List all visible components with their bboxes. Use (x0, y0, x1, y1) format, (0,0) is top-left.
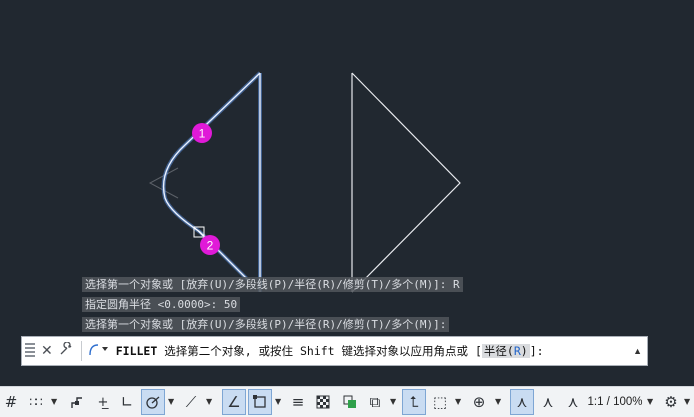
command-name: FILLET (115, 344, 158, 358)
infer-constraints-icon[interactable] (66, 389, 88, 415)
gizmo-dropdown-icon[interactable]: ▼ (495, 397, 501, 406)
selection-cycling-icon[interactable] (339, 389, 361, 415)
radius-option-close: ) (520, 344, 528, 358)
close-icon[interactable]: ✕ (41, 343, 53, 359)
status-bar: # ∷∷ ▼ +̲ ∟ ▼ ⟋ ▼ ∠ ▼ ≡ ⧉ ▼ ⮤ ⬚ ▼ ⊕ ▼ ⋏ … (0, 386, 694, 417)
selection-filter-dropdown-icon[interactable]: ▼ (455, 397, 461, 406)
radius-option[interactable]: 半径(R) (481, 344, 530, 358)
marker-2-label: 2 (207, 239, 214, 253)
ortho-mode-icon[interactable]: ∟ (117, 389, 137, 415)
polar-tracking-icon[interactable] (141, 389, 165, 415)
dynamic-input-icon[interactable]: +̲ (92, 389, 114, 415)
radius-option-open: ( (506, 344, 514, 358)
command-history-line-3: 选择第一个对象或 [放弃(U)/多段线(P)/半径(R)/修剪(T)/多个(M)… (82, 317, 450, 332)
triangle-shape[interactable] (351, 72, 461, 293)
selected-polyline[interactable] (162, 72, 261, 292)
selected-shape-glow (161, 71, 262, 292)
3d-object-snap-icon[interactable]: ⧉ (364, 389, 386, 415)
annotation-scale-icon[interactable]: ⋏ (562, 389, 584, 415)
lineweight-icon[interactable]: ≡ (288, 389, 308, 415)
snap-mode-icon[interactable]: ∷∷ (24, 389, 46, 415)
workspace-dropdown-icon[interactable]: ▼ (684, 397, 690, 406)
dynamic-ucs-icon[interactable]: ⮤ (402, 389, 426, 415)
object-snap-icon[interactable] (248, 389, 272, 415)
auto-scale-icon[interactable]: ⋏ (537, 389, 559, 415)
annotation-scale-value[interactable]: 1:1 / 100% (586, 389, 644, 415)
transparency-icon[interactable] (312, 389, 334, 415)
isometric-drafting-icon[interactable]: ⟋ (180, 389, 202, 415)
wrench-icon[interactable] (59, 341, 73, 360)
command-history-line-1: 选择第一个对象或 [放弃(U)/多段线(P)/半径(R)/修剪(T)/多个(M)… (82, 277, 463, 292)
3d-snap-dropdown-icon[interactable]: ▼ (390, 397, 396, 406)
marker-2: 2 (200, 235, 220, 255)
radius-option-label: 半径 (483, 344, 507, 358)
marker-1-label: 1 (199, 127, 206, 141)
scale-dropdown-icon[interactable]: ▼ (647, 397, 653, 406)
drawing-canvas[interactable]: 1 2 选择第一个对象或 [放弃(U)/多段线(P)/半径(R)/修剪(T)/多… (0, 0, 694, 365)
selection-filter-icon[interactable]: ⬚ (429, 389, 451, 415)
isometric-dropdown-icon[interactable]: ▼ (206, 397, 212, 406)
gizmo-icon[interactable]: ⊕ (467, 389, 491, 415)
command-line-grip[interactable] (25, 343, 35, 359)
command-history-line-2: 指定圆角半径 <0.0000>: 50 (82, 297, 241, 312)
marker-1: 1 (192, 123, 212, 143)
polar-dropdown-icon[interactable]: ▼ (168, 397, 174, 406)
command-line[interactable]: ✕ FILLET 选择第二个对象, 或按住 Shift 键选择对象以应用角点或 … (21, 336, 648, 366)
command-suffix: ]: (529, 344, 544, 358)
gear-icon[interactable]: ⚙ (660, 389, 682, 415)
grid-icon[interactable]: # (2, 389, 20, 415)
command-input[interactable]: FILLET 选择第二个对象, 或按住 Shift 键选择对象以应用角点或 [半… (116, 343, 544, 359)
command-history-toggle-icon[interactable]: ▲ (633, 346, 642, 356)
snap-dropdown-icon[interactable]: ▼ (51, 397, 57, 406)
radius-option-key: R (513, 344, 521, 358)
command-prompt-icon[interactable] (88, 342, 110, 360)
command-separator (80, 341, 82, 361)
command-prompt-text: 选择第二个对象, 或按住 Shift 键选择对象以应用角点或 [ (157, 344, 482, 358)
object-snap-dropdown-icon[interactable]: ▼ (275, 397, 281, 406)
object-snap-tracking-icon[interactable]: ∠ (222, 389, 246, 415)
annotation-visibility-icon[interactable]: ⋏ (510, 389, 534, 415)
